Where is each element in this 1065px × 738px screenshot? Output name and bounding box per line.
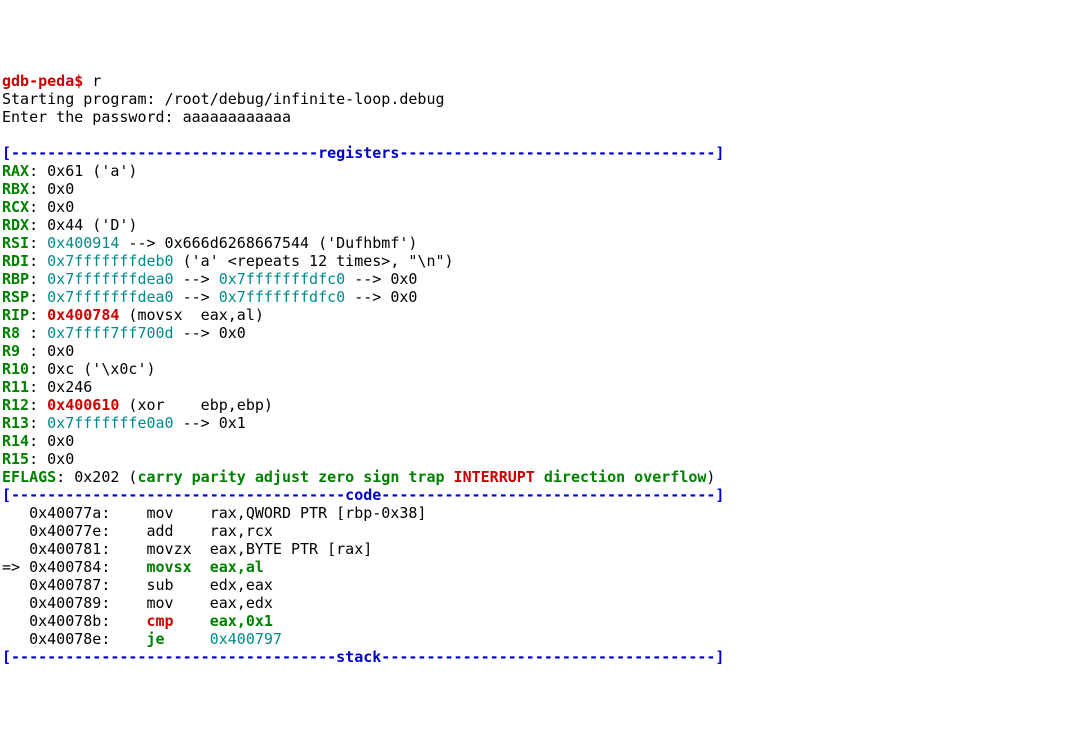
reg-val-rcx: : 0x0 — [29, 198, 83, 216]
code-line-6-pre: 0x40078b: — [2, 612, 147, 630]
reg-name-rdx: RDX — [2, 216, 29, 234]
eflags-pre: : 0x202 ( — [56, 468, 137, 486]
reg-val-rax: : 0x61 ('a') — [29, 162, 137, 180]
reg-addr-rdi: 0x7fffffffdeb0 — [47, 252, 173, 270]
reg-name-rax: RAX — [2, 162, 29, 180]
reg-val-rdx: : 0x44 ('D') — [29, 216, 137, 234]
reg-addr-rsi: 0x400914 — [47, 234, 119, 252]
reg-addr-rbp: 0x7fffffffdea0 — [47, 270, 173, 288]
reg-addr2-rsp: 0x7fffffffdfc0 — [219, 288, 345, 306]
code-line-2: 0x400781: movzx eax,BYTE PTR [rax] — [2, 540, 372, 558]
reg-addr-r13: 0x7fffffffe0a0 — [47, 414, 173, 432]
reg-colon-rsi: : — [29, 234, 47, 252]
section-registers: [----------------------------------regis… — [2, 144, 724, 162]
reg-name-r14: R14 — [2, 432, 29, 450]
reg-addr2-rbp: 0x7fffffffdfc0 — [219, 270, 345, 288]
reg-arrow1-rbp: --> — [174, 270, 219, 288]
reg-colon-rip: : — [29, 306, 47, 324]
reg-colon-rsp: : — [29, 288, 47, 306]
code-line-5: 0x400789: mov eax,edx — [2, 594, 273, 612]
reg-rest-rsp: --> 0x0 — [345, 288, 426, 306]
code-line-1: 0x40077e: add rax,rcx — [2, 522, 273, 540]
eflags-clear1: carry parity adjust zero sign trap — [137, 468, 453, 486]
code-line-3-ops: eax,al — [210, 558, 264, 576]
terminal-output[interactable]: gdb-peda$ r Starting program: /root/debu… — [0, 72, 1065, 666]
reg-arrow1-rsp: --> — [174, 288, 219, 306]
reg-addr-r12: 0x400610 — [47, 396, 119, 414]
reg-colon-r12: : — [29, 396, 47, 414]
reg-addr-rsp: 0x7fffffffdea0 — [47, 288, 173, 306]
code-line-6-mnemonic: cmp — [147, 612, 210, 630]
code-line-3-mnemonic: movsx — [147, 558, 210, 576]
reg-name-rsp: RSP — [2, 288, 29, 306]
section-code: [-------------------------------------co… — [2, 486, 724, 504]
reg-colon-r8: : — [29, 324, 47, 342]
reg-val-r10: : 0xc ('\x0c') — [29, 360, 155, 378]
section-stack: [------------------------------------sta… — [2, 648, 724, 666]
reg-name-rbp: RBP — [2, 270, 29, 288]
reg-rest-r8: --> 0x0 — [174, 324, 255, 342]
reg-val-r15: : 0x0 — [29, 450, 83, 468]
eflags-clear2: direction overflow — [535, 468, 707, 486]
reg-colon-rdi: : — [29, 252, 47, 270]
reg-name-eflags: EFLAGS — [2, 468, 56, 486]
enter-password-line: Enter the password: aaaaaaaaaaaa — [2, 108, 291, 126]
reg-name-r12: R12 — [2, 396, 29, 414]
reg-name-rip: RIP — [2, 306, 29, 324]
reg-rest-rbp: --> 0x0 — [345, 270, 426, 288]
reg-rest-r13: --> 0x1 — [174, 414, 255, 432]
reg-rest-rsi: --> 0x666d6268667544 ('Dufhbmf') — [119, 234, 417, 252]
reg-name-r10: R10 — [2, 360, 29, 378]
reg-name-r8: R8 — [2, 324, 29, 342]
reg-val-rbx: : 0x0 — [29, 180, 83, 198]
reg-addr-r8: 0x7ffff7ff700d — [47, 324, 173, 342]
eflags-close: ) — [706, 468, 715, 486]
reg-name-rcx: RCX — [2, 198, 29, 216]
reg-val-r14: : 0x0 — [29, 432, 83, 450]
code-line-4: 0x400787: sub edx,eax — [2, 576, 273, 594]
code-line-3-pre: => 0x400784: — [2, 558, 147, 576]
code-line-7-ops: 0x400797 — [210, 630, 282, 648]
code-line-7-pre: 0x40078e: — [2, 630, 147, 648]
code-line-6-ops: eax,0x1 — [210, 612, 273, 630]
reg-val-r9: : 0x0 — [29, 342, 83, 360]
gdb-prompt: gdb-peda$ — [2, 72, 83, 90]
reg-name-r11: R11 — [2, 378, 29, 396]
starting-line: Starting program: /root/debug/infinite-l… — [2, 90, 445, 108]
reg-name-rdi: RDI — [2, 252, 29, 270]
reg-name-rsi: RSI — [2, 234, 29, 252]
eflags-set: INTERRUPT — [454, 468, 535, 486]
reg-rest-rdi: ('a' <repeats 12 times>, "\n") — [174, 252, 454, 270]
reg-name-rbx: RBX — [2, 180, 29, 198]
reg-rest-r12: (xor ebp,ebp) — [119, 396, 273, 414]
code-line-7-mnemonic: je — [147, 630, 210, 648]
gdb-command: r — [83, 72, 101, 90]
reg-name-r9: R9 — [2, 342, 29, 360]
reg-addr-rip: 0x400784 — [47, 306, 119, 324]
code-line-0: 0x40077a: mov rax,QWORD PTR [rbp-0x38] — [2, 504, 426, 522]
reg-colon-rbp: : — [29, 270, 47, 288]
reg-colon-r13: : — [29, 414, 47, 432]
reg-name-r15: R15 — [2, 450, 29, 468]
reg-name-r13: R13 — [2, 414, 29, 432]
reg-rest-rip: (movsx eax,al) — [119, 306, 264, 324]
reg-val-r11: : 0x246 — [29, 378, 101, 396]
